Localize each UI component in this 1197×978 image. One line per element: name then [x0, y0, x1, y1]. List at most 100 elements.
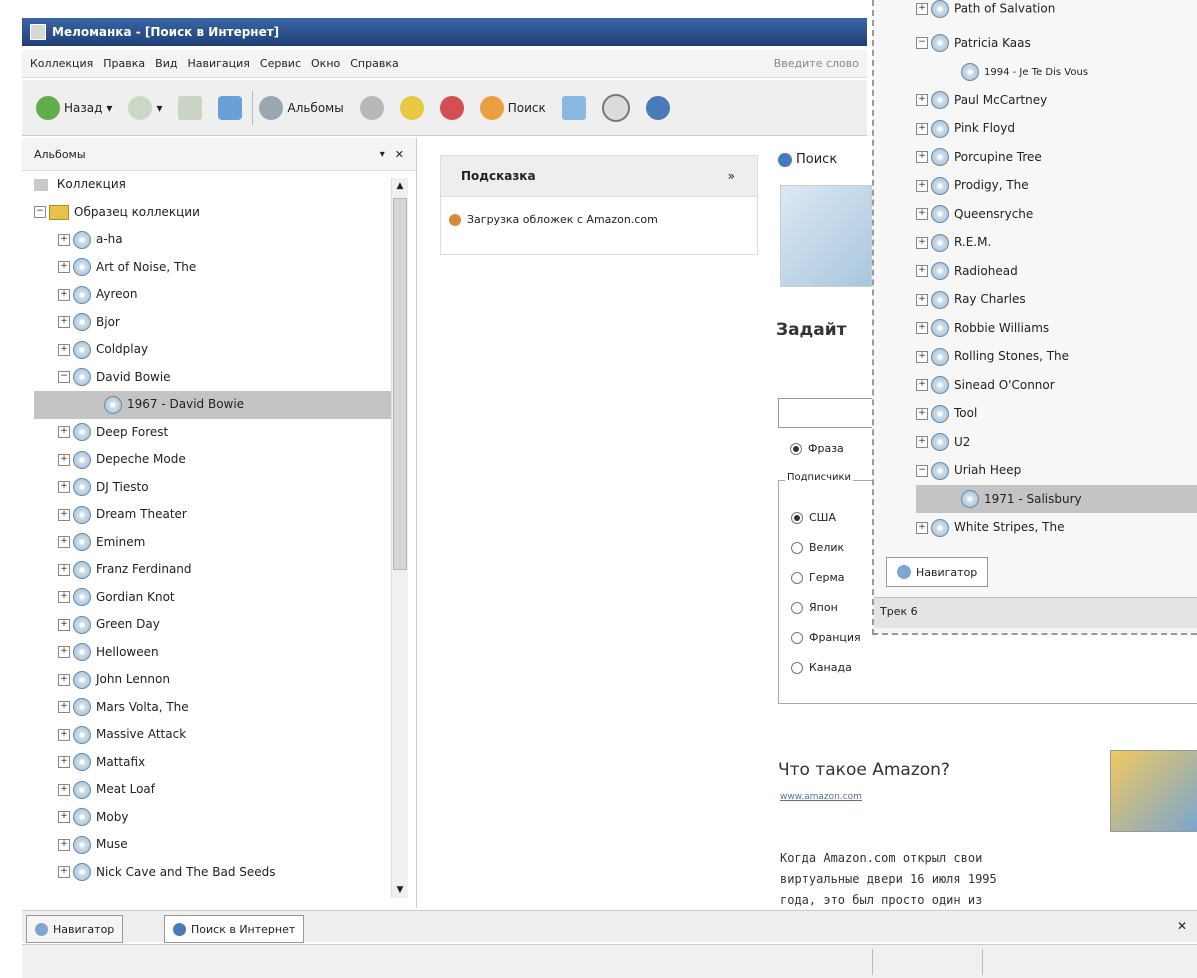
amazon-link[interactable]: www.amazon.com — [780, 792, 862, 802]
tree-item[interactable]: + Pink Floyd — [916, 114, 1197, 143]
menu-item-service[interactable]: Сервис — [260, 57, 301, 70]
tree-item[interactable]: − Patricia Kaas — [916, 29, 1197, 58]
tree-item[interactable]: + Coldplay — [34, 336, 416, 364]
tree-item-selected[interactable]: 1967 - David Bowie — [34, 391, 392, 419]
tree-sample-collection[interactable]: − Образец коллекции — [34, 199, 416, 227]
expand-toggle[interactable]: + — [916, 3, 928, 15]
tree-item[interactable]: + Franz Ferdinand — [34, 556, 416, 584]
tree-item[interactable]: + Ray Charles — [916, 285, 1197, 314]
expand-toggle[interactable]: + — [58, 426, 70, 438]
tree-root-collection[interactable]: Коллекция — [34, 171, 416, 199]
radio-uk[interactable]: Велик — [791, 541, 844, 554]
tree-item[interactable]: + Meat Loaf — [34, 776, 416, 804]
tree-item[interactable]: + Deep Forest — [34, 419, 416, 447]
tree-item[interactable]: + Massive Attack — [34, 721, 416, 749]
panel-menu-icon[interactable]: ▾ — [380, 149, 385, 160]
tree-item[interactable]: + White Stripes, The — [916, 513, 1197, 542]
tree-item[interactable]: + Bjor — [34, 309, 416, 337]
expand-toggle[interactable]: + — [916, 293, 928, 306]
dropdown-arrow-icon[interactable]: ▾ — [156, 101, 162, 115]
favorites-button[interactable] — [394, 91, 430, 125]
expand-toggle[interactable]: + — [58, 701, 70, 713]
scroll-thumb[interactable] — [393, 198, 407, 570]
expand-toggle[interactable]: + — [916, 407, 928, 420]
expand-toggle[interactable]: + — [58, 756, 70, 768]
tree-item[interactable]: + Rolling Stones, The — [916, 342, 1197, 371]
collapse-toggle[interactable]: − — [58, 371, 70, 383]
media-button[interactable] — [434, 91, 470, 125]
web-button[interactable] — [640, 91, 676, 125]
phrase-radio[interactable]: Фраза — [790, 442, 844, 455]
collapse-icon[interactable]: » — [728, 169, 735, 183]
radio-germany[interactable]: Герма — [791, 571, 845, 584]
window-button[interactable] — [556, 91, 592, 125]
expand-toggle[interactable]: + — [916, 350, 928, 363]
tree-item[interactable]: 1994 - Je Te Dis Vous — [916, 57, 1197, 86]
tree-item[interactable]: + Eminem — [34, 529, 416, 557]
expand-toggle[interactable]: + — [916, 122, 928, 135]
radio-canada[interactable]: Канада — [791, 661, 852, 674]
expand-toggle[interactable]: + — [58, 591, 70, 603]
albums-button[interactable]: Альбомы — [252, 90, 349, 125]
close-icon[interactable]: ✕ — [395, 148, 404, 161]
tab-web-search[interactable]: Поиск в Интернет — [164, 915, 305, 943]
find-button[interactable] — [354, 91, 390, 125]
navigator-tab[interactable]: Навигатор — [886, 557, 989, 587]
tree-item[interactable]: + Mars Volta, The — [34, 694, 416, 722]
collapse-toggle[interactable]: − — [916, 37, 928, 49]
tree-item[interactable]: + DJ Tiesto — [34, 474, 416, 502]
tree-item[interactable]: + Art of Noise, The — [34, 254, 416, 282]
tree-item[interactable]: + John Lennon — [34, 666, 416, 694]
expand-toggle[interactable]: + — [58, 343, 70, 356]
expand-toggle[interactable]: + — [916, 208, 928, 220]
tab-navigator[interactable]: Навигатор — [26, 915, 124, 943]
menu-item-collection[interactable]: Коллекция — [30, 57, 93, 70]
expand-toggle[interactable]: + — [58, 536, 70, 548]
albums-scrollbar[interactable]: ▲ ▼ — [391, 178, 408, 898]
tree-item[interactable]: + Depeche Mode — [34, 446, 416, 474]
tree-item[interactable]: + Robbie Williams — [916, 314, 1197, 343]
expand-toggle[interactable]: + — [58, 316, 70, 328]
expand-toggle[interactable]: + — [916, 179, 928, 192]
close-icon[interactable]: ✕ — [1177, 919, 1187, 933]
tree-item[interactable]: + Gordian Knot — [34, 584, 416, 612]
amazon-covers-link[interactable]: Загрузка обложек с Amazon.com — [441, 197, 757, 226]
collapse-toggle[interactable]: − — [916, 464, 928, 477]
tree-item[interactable]: + Paul McCartney — [916, 86, 1197, 115]
expand-toggle[interactable]: + — [58, 811, 70, 823]
refresh-button[interactable] — [212, 91, 248, 125]
expand-toggle[interactable]: + — [58, 288, 70, 301]
tree-item[interactable]: + Sinead O'Connor — [916, 371, 1197, 400]
collapse-toggle[interactable]: − — [34, 206, 46, 218]
expand-toggle[interactable]: + — [916, 94, 928, 106]
expand-toggle[interactable]: + — [58, 563, 70, 576]
forward-button[interactable]: ▾ — [122, 91, 168, 125]
expand-toggle[interactable]: + — [58, 453, 70, 466]
expand-toggle[interactable]: + — [58, 866, 70, 878]
home-button[interactable] — [172, 91, 208, 125]
expand-toggle[interactable]: + — [58, 233, 70, 246]
menu-item-view[interactable]: Вид — [155, 57, 177, 70]
tree-item[interactable]: + Green Day — [34, 611, 416, 639]
tree-item-selected[interactable]: 1971 - Salisbury — [916, 484, 1197, 513]
expand-toggle[interactable]: + — [916, 322, 928, 334]
radio-usa[interactable]: США — [791, 511, 836, 524]
menu-item-edit[interactable]: Правка — [103, 57, 145, 70]
expand-toggle[interactable]: + — [58, 783, 70, 796]
tree-item[interactable]: + R.E.M. — [916, 228, 1197, 257]
tree-item[interactable]: + Dream Theater — [34, 501, 416, 529]
expand-toggle[interactable]: + — [58, 261, 70, 273]
tree-item[interactable]: + Moby — [34, 804, 416, 832]
radio-france[interactable]: Франция — [791, 631, 861, 644]
tree-item[interactable]: + Mattafix — [34, 749, 416, 777]
menu-item-navigation[interactable]: Навигация — [187, 57, 249, 70]
help-search-hint[interactable]: Введите слово — [774, 57, 859, 70]
tree-item[interactable]: + Path of Salvation — [916, 0, 1197, 29]
expand-toggle[interactable]: + — [916, 151, 928, 163]
search-button[interactable]: Поиск — [474, 91, 552, 125]
expand-toggle[interactable]: + — [916, 379, 928, 391]
scroll-up-icon[interactable]: ▲ — [392, 178, 408, 194]
dropdown-arrow-icon[interactable]: ▾ — [106, 101, 112, 115]
menu-item-window[interactable]: Окно — [311, 57, 340, 70]
menu-item-help[interactable]: Справка — [350, 57, 398, 70]
